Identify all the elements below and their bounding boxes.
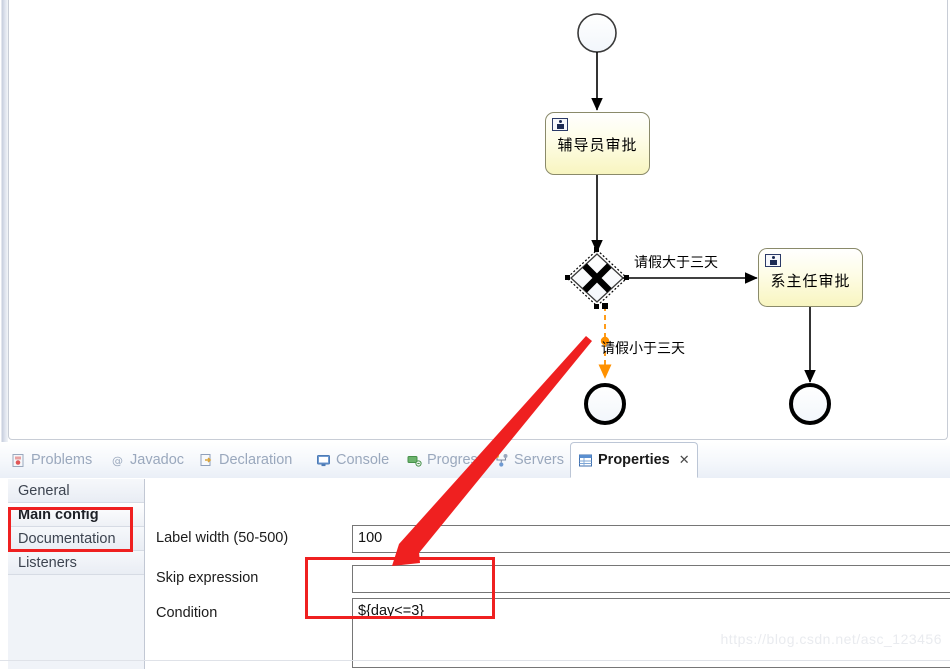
tab-declaration[interactable]: Declaration <box>192 442 299 478</box>
bottom-divider <box>0 660 950 661</box>
tab-properties[interactable]: Properties ✕ <box>570 442 698 478</box>
tab-properties-label: Properties <box>598 451 670 468</box>
flow-label-less-than-three-days: 请假小于三天 <box>601 341 685 357</box>
tab-problems-label: Problems <box>31 451 93 468</box>
section-item-documentation-label: Documentation <box>18 530 116 547</box>
tab-problems[interactable]: Problems <box>4 442 99 478</box>
servers-icon <box>494 453 509 468</box>
exclusive-gateway-shape <box>565 247 629 309</box>
window-left-gutter <box>0 0 8 442</box>
user-task-counselor[interactable]: 辅导员审批 <box>545 112 650 175</box>
properties-view: Problems @ Javadoc Declaration Console P… <box>0 442 950 669</box>
skip-expression-label: Skip expression <box>156 570 259 586</box>
section-item-general[interactable]: General <box>8 479 144 503</box>
start-event-shape <box>577 13 617 53</box>
javadoc-icon: @ <box>110 453 125 468</box>
section-item-documentation[interactable]: Documentation <box>8 527 144 551</box>
user-task-icon <box>552 118 568 131</box>
tab-console-label: Console <box>336 451 390 468</box>
end-event-2-shape <box>789 383 831 425</box>
properties-icon <box>578 453 593 468</box>
properties-section-list: General Main config Documentation Listen… <box>8 479 145 669</box>
section-item-main-config-label: Main config <box>18 506 99 523</box>
section-item-general-label: General <box>18 482 70 499</box>
tab-javadoc-label: Javadoc <box>130 451 185 468</box>
problems-icon <box>11 453 26 468</box>
bpmn-diagram-graphics <box>565 13 831 425</box>
watermark-text: https://blog.csdn.net/asc_123456 <box>720 631 942 647</box>
view-tab-bar: Problems @ Javadoc Declaration Console P… <box>0 442 950 479</box>
tab-javadoc[interactable]: @ Javadoc <box>103 442 191 478</box>
tab-servers[interactable]: Servers <box>487 442 571 478</box>
skip-expression-input[interactable] <box>352 565 950 593</box>
console-icon <box>316 453 331 468</box>
label-width-input[interactable]: 100 <box>352 525 950 553</box>
section-item-listeners[interactable]: Listeners <box>8 551 144 575</box>
bpmn-diagram-canvas[interactable]: 辅导员审批 系主任审批 请假大于三天 请假小于三天 <box>8 0 948 440</box>
user-task-department-head-label: 系主任审批 <box>770 272 851 290</box>
application-window: 辅导员审批 系主任审批 请假大于三天 请假小于三天 Problems @ Jav… <box>0 0 950 669</box>
tab-declaration-label: Declaration <box>219 451 293 468</box>
svg-text:@: @ <box>112 454 123 467</box>
end-event-1-shape <box>584 383 626 425</box>
tab-progress-label: Progress <box>427 451 486 468</box>
section-item-listeners-label: Listeners <box>18 554 77 571</box>
tab-servers-label: Servers <box>514 451 564 468</box>
user-task-department-head[interactable]: 系主任审批 <box>758 248 863 307</box>
label-width-label: Label width (50-500) <box>156 530 289 546</box>
close-icon[interactable]: ✕ <box>679 452 690 468</box>
tab-progress[interactable]: Progress <box>400 442 492 478</box>
tab-console[interactable]: Console <box>309 442 396 478</box>
condition-label: Condition <box>156 605 218 621</box>
user-task-icon <box>765 254 781 267</box>
progress-icon <box>407 453 422 468</box>
user-task-counselor-label: 辅导员审批 <box>557 136 638 154</box>
section-item-main-config[interactable]: Main config <box>8 503 144 527</box>
flow-label-more-than-three-days: 请假大于三天 <box>634 255 718 271</box>
declaration-icon <box>199 453 214 468</box>
